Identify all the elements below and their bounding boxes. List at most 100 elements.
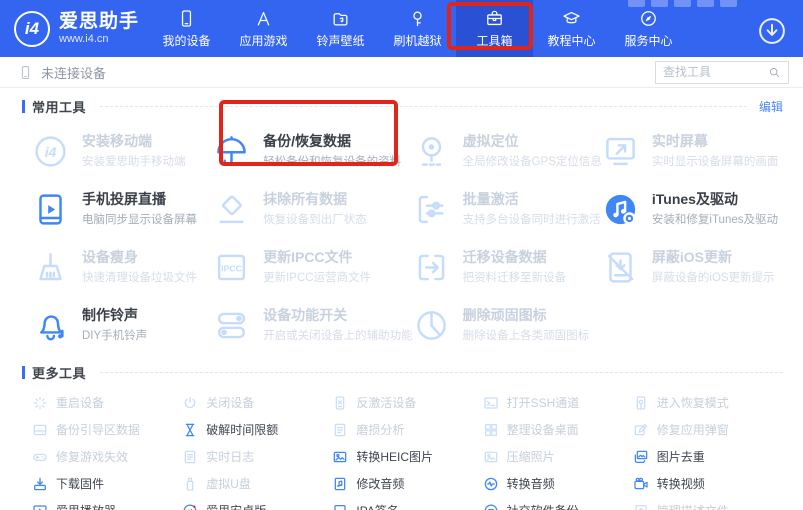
device-status-bar: 未连接设备 xyxy=(0,57,803,88)
tool-subtitle: 把资料迁移至新设备 xyxy=(462,272,567,285)
nav-item[interactable]: 我的设备 xyxy=(148,0,225,57)
ipcc-doc-icon xyxy=(213,249,250,286)
tool-title: 安装移动端 xyxy=(82,132,152,149)
window-control-button[interactable] xyxy=(651,0,668,7)
tool-item[interactable]: 备份/恢复数据 轻松备份和恢复设备的资料 xyxy=(213,122,413,180)
more-tool-item[interactable]: 磨损分析 xyxy=(332,416,482,443)
tool-item[interactable]: 设备瘦身 快速清理设备垃圾文件 xyxy=(32,238,213,296)
search-input[interactable] xyxy=(663,65,768,79)
more-tool-item[interactable]: 转换视频 xyxy=(633,470,783,497)
nav-item-label: 工具箱 xyxy=(476,33,513,48)
nav-item[interactable]: 应用游戏 xyxy=(225,0,302,57)
more-tool-item[interactable]: 修复游戏失效 xyxy=(32,443,182,470)
more-tool-item[interactable]: 重启设备 xyxy=(32,389,182,416)
more-tool-label: 磨损分析 xyxy=(356,423,405,437)
tool-item[interactable]: 批量激活 支持多台设备同时进行激活 xyxy=(413,180,602,238)
tool-title: 备份/恢复数据 xyxy=(263,132,351,149)
section-title: 常用工具 xyxy=(32,100,87,115)
tool-item[interactable]: 实时屏幕 实时显示设备屏幕的画面 xyxy=(602,122,783,180)
window-control-button[interactable] xyxy=(720,0,737,7)
toolbox-icon xyxy=(485,9,504,28)
service-icon xyxy=(639,9,658,28)
app-logo[interactable]: i4 爱思助手 www.i4.cn xyxy=(14,10,142,47)
more-tool-item[interactable]: 转换音频 xyxy=(483,470,633,497)
tool-item[interactable]: 更新IPCC文件 更新IPCC运营商文件 xyxy=(213,238,413,296)
tool-title: 更新IPCC文件 xyxy=(263,248,353,265)
dashed-divider xyxy=(100,106,747,107)
app-window: i4 爱思助手 www.i4.cn 我的设备 应用游戏 铃声壁纸 刷机越狱 工具… xyxy=(0,0,803,510)
more-tools-section: 更多工具 重启设备 关闭设备 反激活设备 打开SSH通道 进入恢复模式 备份引导… xyxy=(0,364,803,510)
tool-title: 虚拟定位 xyxy=(462,132,519,149)
more-tool-label: 关闭设备 xyxy=(206,396,255,410)
tool-item[interactable]: 手机投屏直播 电脑同步显示设备屏幕 xyxy=(32,180,213,238)
i4-android-icon xyxy=(182,503,198,510)
more-tool-item[interactable]: 转换HEIC图片 xyxy=(332,443,482,470)
picture-icon xyxy=(483,449,499,465)
window-control-button[interactable] xyxy=(674,0,691,7)
more-tool-item[interactable]: 破解时间限额 xyxy=(182,416,332,443)
tool-item[interactable]: 抹除所有数据 恢复设备到出厂状态 xyxy=(213,180,413,238)
tool-item[interactable]: 屏蔽iOS更新 屏蔽设备的iOS更新提示 xyxy=(602,238,783,296)
window-control-button[interactable] xyxy=(697,0,714,7)
more-tool-item[interactable]: 修改音频 xyxy=(332,470,482,497)
migrate-icon xyxy=(413,249,450,286)
tool-subtitle: 全局修改设备GPS定位信息 xyxy=(462,156,602,169)
more-tool-item[interactable]: 修复应用弹窗 xyxy=(633,416,783,443)
batch-activate-icon xyxy=(413,191,450,228)
more-tool-item[interactable]: IPA签名 xyxy=(332,497,482,510)
switches-icon xyxy=(213,307,250,344)
more-tool-item[interactable]: 虚拟U盘 xyxy=(182,470,332,497)
top-navbar: i4 爱思助手 www.i4.cn 我的设备 应用游戏 铃声壁纸 刷机越狱 工具… xyxy=(0,0,803,57)
audio-doc-icon xyxy=(332,476,348,492)
more-tool-label: 反激活设备 xyxy=(356,396,417,410)
common-tools-section: 常用工具 编辑 安装移动端 安装爱思助手移动端 备份/恢复数据 轻松备份和恢复设… xyxy=(0,98,803,354)
tool-item[interactable]: 制作铃声 DIY手机铃声 xyxy=(32,296,213,354)
tool-subtitle: 支持多台设备同时进行激活 xyxy=(462,214,601,227)
tool-title: 设备瘦身 xyxy=(82,248,138,265)
main-nav: 我的设备 应用游戏 铃声壁纸 刷机越狱 工具箱 教程中心 服务中心 xyxy=(148,0,687,57)
more-tool-label: 整理设备桌面 xyxy=(506,423,579,437)
nav-item[interactable]: 服务中心 xyxy=(610,0,687,57)
tool-item[interactable]: iTunes及驱动 安装和修复iTunes及驱动 xyxy=(602,180,783,238)
more-tool-item[interactable]: 打开SSH通道 xyxy=(483,389,633,416)
tool-item[interactable]: 迁移设备数据 把资料迁移至新设备 xyxy=(413,238,602,296)
more-tool-item[interactable]: 实时日志 xyxy=(182,443,332,470)
more-tool-item[interactable]: 反激活设备 xyxy=(332,389,482,416)
edit-link[interactable]: 编辑 xyxy=(759,98,783,115)
more-tool-label: 下载固件 xyxy=(56,477,105,491)
tool-item[interactable]: 虚拟定位 全局修改设备GPS定位信息 xyxy=(413,122,602,180)
nav-item[interactable]: 教程中心 xyxy=(533,0,610,57)
disk-icon xyxy=(32,422,48,438)
tool-search-box[interactable] xyxy=(655,60,789,84)
recovery-mode-icon xyxy=(633,395,649,411)
more-tool-item[interactable]: 备份引导区数据 xyxy=(32,416,182,443)
search-icon[interactable] xyxy=(768,66,781,79)
more-tool-item[interactable]: 图片去重 xyxy=(633,443,783,470)
tool-item[interactable]: 安装移动端 安装爱思助手移动端 xyxy=(32,122,213,180)
more-tool-label: 进入恢复模式 xyxy=(656,396,729,410)
more-tool-item[interactable]: 爱思播放器 xyxy=(32,497,182,510)
nav-item[interactable]: 刷机越狱 xyxy=(379,0,456,57)
nav-item[interactable]: 工具箱 xyxy=(456,0,533,57)
more-tool-item[interactable]: 下载固件 xyxy=(32,470,182,497)
tool-item[interactable]: 删除顽固图标 删除设备上各类顽固图标 xyxy=(413,296,602,354)
download-manager-button[interactable] xyxy=(757,16,787,46)
device-icon xyxy=(177,9,196,28)
section-accent-bar xyxy=(22,100,25,113)
more-tool-item[interactable]: 管理描述文件 xyxy=(633,497,783,510)
tool-subtitle: 快速清理设备垃圾文件 xyxy=(82,272,197,285)
tool-item[interactable]: 设备功能开关 开启或关闭设备上的辅助功能 xyxy=(213,296,413,354)
tool-title: 手机投屏直播 xyxy=(82,190,166,207)
app-website: www.i4.cn xyxy=(59,33,109,46)
social-chat-icon xyxy=(483,503,499,510)
more-tool-item[interactable]: 压缩照片 xyxy=(483,443,633,470)
more-tool-item[interactable]: 爱思安卓版 xyxy=(182,497,332,510)
more-tool-item[interactable]: 社交软件备份 xyxy=(483,497,633,510)
more-tool-item[interactable]: 整理设备桌面 xyxy=(483,416,633,443)
more-tool-item[interactable]: 关闭设备 xyxy=(182,389,332,416)
nav-item[interactable]: 铃声壁纸 xyxy=(302,0,379,57)
gamepad-icon xyxy=(32,449,48,465)
more-tool-label: 转换视频 xyxy=(656,477,705,491)
more-tool-item[interactable]: 进入恢复模式 xyxy=(633,389,783,416)
window-control-button[interactable] xyxy=(628,0,645,7)
